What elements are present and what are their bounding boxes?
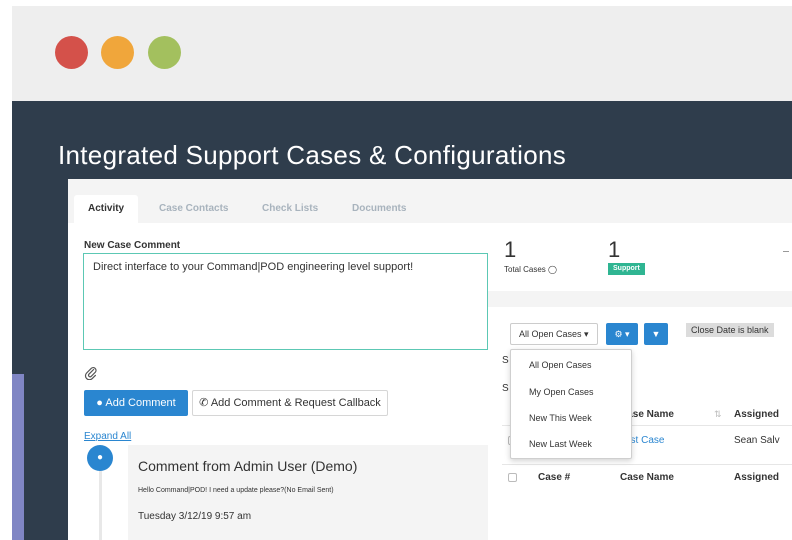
entry-body: Hello Command|POD! I need a update pleas… <box>138 487 334 494</box>
view-select[interactable]: All Open Cases ▾ <box>510 323 598 345</box>
tab-check-lists[interactable]: Check Lists <box>248 195 332 223</box>
case-stats: 1 Total Cases ◯ 1 <box>488 223 792 291</box>
window-titlebar <box>12 6 792 101</box>
row-assigned: Sean Salv <box>734 435 780 446</box>
view-dropdown-menu: All Open Cases My Open Cases New This We… <box>510 349 632 459</box>
summary-label: S <box>502 383 509 394</box>
filter-icon: ▼ <box>651 329 661 339</box>
sort-icon[interactable]: ⇅ <box>714 409 722 420</box>
comment-icon: ● <box>96 397 103 409</box>
entry-date: Tuesday 3/12/19 9:57 am <box>138 511 252 522</box>
comment-bubble-icon: ● <box>87 445 113 471</box>
total-cases-text: Total Cases <box>504 265 546 274</box>
activity-panel: Activity Case Contacts Check Lists Docum… <box>68 179 488 540</box>
activity-tab-content: New Case Comment Direct interface to you… <box>68 223 488 540</box>
dropdown-option-all-open-cases[interactable]: All Open Cases <box>529 360 592 370</box>
phone-icon: ✆ <box>199 397 209 409</box>
row-divider <box>502 464 792 465</box>
dropdown-option-new-last-week[interactable]: New Last Week <box>529 439 592 449</box>
window-maximize-button[interactable] <box>148 36 181 69</box>
new-case-comment-label: New Case Comment <box>84 240 181 251</box>
comment-textarea[interactable]: Direct interface to your Command|POD eng… <box>83 253 488 350</box>
window-minimize-button[interactable] <box>101 36 134 69</box>
filter-chip[interactable]: Close Date is blank <box>686 323 774 337</box>
paperclip-icon[interactable] <box>84 366 98 383</box>
expand-all-link[interactable]: Expand All <box>84 431 131 442</box>
column-case-number[interactable]: Case # <box>538 472 570 483</box>
add-comment-label: Add Comment <box>105 397 176 409</box>
entry-title: Comment from Admin User (Demo) <box>138 458 358 474</box>
screenshot-stage: Integrated Support Cases & Configuration… <box>0 0 792 540</box>
header-checkbox[interactable] <box>508 473 517 482</box>
app-screenshot: Activity Case Contacts Check Lists Docum… <box>68 179 792 540</box>
add-comment-callback-label: Add Comment & Request Callback <box>210 397 381 409</box>
total-cases-label: Total Cases ◯ <box>504 265 557 274</box>
settings-button[interactable]: ⚙ ▾ <box>606 323 638 345</box>
caret-down-icon: ▾ <box>625 329 630 339</box>
caret-down-icon: ▾ <box>584 329 589 339</box>
stats-divider <box>783 251 789 252</box>
summary-label: S <box>502 355 509 366</box>
total-cases-value: 1 <box>504 237 517 262</box>
add-comment-button[interactable]: ● Add Comment <box>84 390 188 416</box>
support-badge[interactable]: Support <box>608 263 645 275</box>
decorative-strip <box>12 374 24 540</box>
tab-documents[interactable]: Documents <box>338 195 420 223</box>
column-case-name[interactable]: Case Name <box>620 472 674 483</box>
gear-icon: ⚙ <box>614 329 623 339</box>
support-value: 1 <box>608 237 621 262</box>
dropdown-option-my-open-cases[interactable]: My Open Cases <box>529 387 594 397</box>
tab-case-contacts[interactable]: Case Contacts <box>145 195 242 223</box>
column-assigned[interactable]: Assigned <box>734 409 779 420</box>
dropdown-option-new-this-week[interactable]: New This Week <box>529 413 592 423</box>
info-circle-icon: ◯ <box>548 265 557 274</box>
tab-bar: Activity Case Contacts Check Lists Docum… <box>68 195 488 223</box>
page-headline: Integrated Support Cases & Configuration… <box>58 140 567 170</box>
filter-button[interactable]: ▼ <box>644 323 668 345</box>
window-close-button[interactable] <box>55 36 88 69</box>
add-comment-callback-button[interactable]: ✆ Add Comment & Request Callback <box>192 390 388 416</box>
timeline-entry: Comment from Admin User (Demo) Hello Com… <box>128 445 488 540</box>
column-assigned[interactable]: Assigned <box>734 472 779 483</box>
tab-activity[interactable]: Activity <box>74 195 139 223</box>
view-select-value: All Open Cases <box>519 329 582 339</box>
